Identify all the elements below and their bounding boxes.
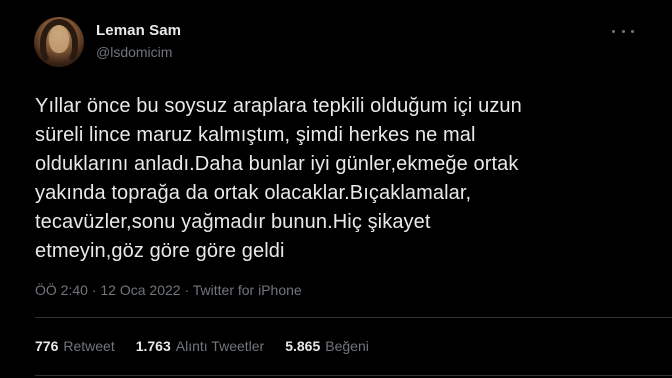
likes-label: Beğeni — [325, 338, 369, 354]
tweet-date[interactable]: 12 Oca 2022 — [100, 282, 180, 298]
tweet-text: Yıllar önce bu soysuz araplara tepkili o… — [35, 95, 522, 262]
tweet-card: Leman Sam @lsdomicim Yıllar önce bu soys… — [0, 0, 672, 378]
more-horizontal-icon[interactable] — [612, 26, 634, 36]
author-handle[interactable]: @lsdomicim — [96, 44, 172, 60]
more-dot — [621, 29, 625, 33]
meta-separator: · — [184, 282, 193, 298]
retweets-count: 776 — [35, 338, 59, 354]
tweet-stats: 776 Retweet 1.763 Alıntı Tweetler 5.865 … — [35, 338, 369, 354]
tweet-source[interactable]: Twitter for iPhone — [193, 282, 302, 298]
more-dot — [631, 29, 634, 33]
avatar[interactable] — [34, 17, 84, 67]
avatar-face — [49, 25, 69, 53]
quote-tweets-label: Alıntı Tweetler — [175, 338, 265, 354]
likes-stat[interactable]: 5.865 Beğeni — [285, 338, 369, 354]
quote-tweets-stat[interactable]: 1.763 Alıntı Tweetler — [136, 338, 265, 354]
likes-count: 5.865 — [285, 338, 321, 354]
divider — [35, 317, 672, 318]
tweet-meta: ÖÖ 2:40 · 12 Oca 2022 · Twitter for iPho… — [35, 282, 302, 298]
retweets-stat[interactable]: 776 Retweet — [35, 338, 115, 354]
more-dot — [612, 29, 615, 33]
quote-tweets-count: 1.763 — [135, 338, 171, 354]
divider — [35, 375, 672, 376]
retweets-label: Retweet — [63, 338, 115, 354]
tweet-time[interactable]: ÖÖ 2:40 — [35, 282, 88, 298]
author-display-name[interactable]: Leman Sam — [96, 22, 181, 39]
